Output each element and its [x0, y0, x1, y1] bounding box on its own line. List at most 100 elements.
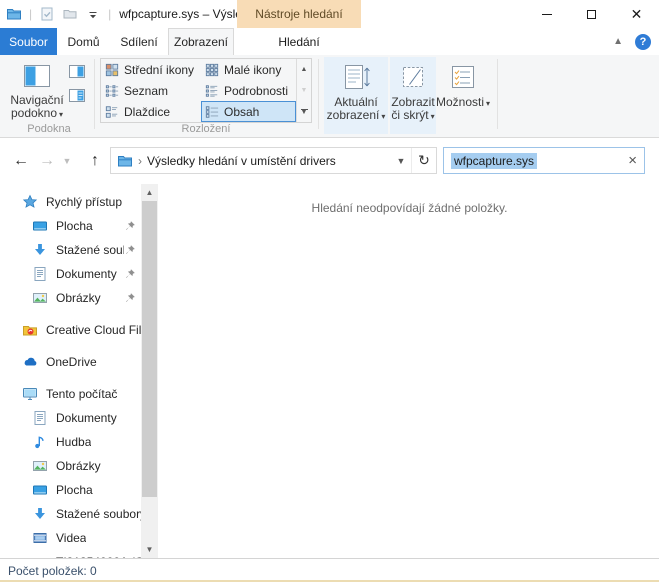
- this-pc-icon: [22, 386, 38, 402]
- ribbon-tab-row: Soubor Domů Sdílení Zobrazení Hledání ▲ …: [0, 28, 659, 55]
- layout-option[interactable]: Malé ikony: [201, 59, 296, 80]
- sidebar-tree-item[interactable]: Obrázky: [0, 286, 160, 310]
- forward-button[interactable]: →: [36, 147, 58, 174]
- scroll-down-icon[interactable]: ▼: [141, 541, 158, 558]
- current-view-button[interactable]: Aktuální zobrazení▾: [324, 57, 388, 134]
- sidebar-tree-item[interactable]: Stažené soub: [0, 238, 160, 262]
- content-view-icon: [205, 105, 219, 119]
- clear-search-icon[interactable]: ×: [628, 153, 637, 168]
- sidebar-tree-item[interactable]: Stažené soubory: [0, 502, 160, 526]
- results-pane: Hledání neodpovídají žádné položky.: [160, 184, 659, 558]
- navigation-pane: Rychlý přístup Plocha Stažené soub Dokum…: [0, 184, 160, 558]
- downloads-icon: [32, 242, 48, 258]
- show-hide-icon: [397, 61, 429, 93]
- layout-option[interactable]: Seznam: [101, 80, 201, 101]
- documents-icon: [32, 266, 48, 282]
- sidebar-tree-item[interactable]: Hudba: [0, 430, 160, 454]
- minimize-button[interactable]: [524, 0, 569, 28]
- layout-option[interactable]: Dlaždice: [101, 101, 201, 122]
- show-hide-button[interactable]: Zobrazit či skrýt▾: [390, 57, 436, 134]
- properties-icon[interactable]: [39, 6, 55, 22]
- breadcrumb-chevron-icon[interactable]: ›: [138, 154, 142, 168]
- details-view-icon: [205, 84, 219, 98]
- preview-pane-icon: [67, 62, 87, 82]
- customize-quick-access-icon[interactable]: [85, 6, 101, 22]
- refresh-icon[interactable]: ↻: [411, 148, 436, 173]
- sidebar-tree-item[interactable]: Dokumenty: [0, 406, 160, 430]
- onedrive-cloud-icon: [22, 354, 38, 370]
- status-bar: Počet položek: 0: [0, 558, 659, 582]
- group-separator: [497, 59, 498, 129]
- layout-more-icon[interactable]: ▼: [297, 101, 311, 122]
- dropdown-caret-icon: ▾: [431, 112, 435, 121]
- documents-icon: [32, 410, 48, 426]
- title-bar: | | wfpcapture.sys – Výsledky ... Nástro…: [0, 0, 659, 28]
- tab-file[interactable]: Soubor: [0, 28, 57, 55]
- layout-options-column-1: Střední ikony Seznam Dlaždice: [101, 59, 201, 122]
- breadcrumb-path[interactable]: Výsledky hledání v umístění drivers: [147, 154, 336, 168]
- close-button[interactable]: ✕: [614, 0, 659, 28]
- help-icon[interactable]: ?: [635, 34, 651, 50]
- scrollbar-thumb[interactable]: [142, 201, 157, 497]
- group-label-panes: Podokna: [8, 123, 90, 135]
- layout-option[interactable]: Obsah: [201, 101, 296, 122]
- search-box[interactable]: wfpcapture.sys ×: [443, 147, 645, 174]
- location-folder-icon: [117, 153, 133, 169]
- close-icon: ✕: [631, 7, 643, 21]
- navigation-pane-button[interactable]: Navigační podokno▾: [8, 60, 66, 121]
- history-dropdown-icon[interactable]: ▼: [60, 147, 74, 174]
- toolbar-separator: |: [108, 7, 111, 21]
- pin-icon: [124, 268, 136, 280]
- group-separator: [94, 59, 95, 129]
- options-icon: [447, 61, 479, 93]
- explorer-window-icon: [6, 6, 22, 22]
- pictures-icon: [32, 458, 48, 474]
- layout-scroll-down-icon[interactable]: ▼: [297, 80, 311, 101]
- maximize-icon: [587, 10, 596, 19]
- sidebar-tree-item[interactable]: TI31354000A (C:): [0, 550, 160, 558]
- preview-pane-button[interactable]: [66, 62, 88, 81]
- tab-search[interactable]: Hledání: [237, 28, 361, 55]
- up-button[interactable]: ↑: [82, 147, 108, 174]
- scroll-up-icon[interactable]: ▲: [141, 184, 158, 201]
- layout-scroll-up-icon[interactable]: ▲: [297, 59, 311, 80]
- ribbon-utilities: ▲ ?: [613, 28, 651, 55]
- address-dropdown-icon[interactable]: ▼: [391, 156, 411, 166]
- sidebar-tree-item[interactable]: Obrázky: [0, 454, 160, 478]
- tab-home[interactable]: Domů: [57, 28, 110, 55]
- navigation-pane-icon: [21, 60, 53, 92]
- options-label: Možnosti▾: [436, 96, 490, 110]
- sidebar-tree-item[interactable]: OneDrive: [0, 350, 160, 374]
- layout-option[interactable]: Střední ikony: [101, 59, 201, 80]
- desktop-icon: [32, 218, 48, 234]
- dropdown-caret-icon: ▾: [486, 99, 490, 108]
- sidebar-scrollbar[interactable]: ▲ ▼: [141, 184, 158, 558]
- collapse-ribbon-icon[interactable]: ▲: [613, 36, 623, 47]
- tab-view[interactable]: Zobrazení: [168, 28, 234, 55]
- details-pane-icon: [67, 86, 87, 106]
- small-icons-icon: [205, 63, 219, 77]
- current-view-icon: [340, 61, 372, 93]
- maximize-button[interactable]: [569, 0, 614, 28]
- options-button[interactable]: Možnosti▾: [438, 57, 488, 134]
- sidebar-tree-item[interactable]: Tento počítač: [0, 382, 160, 406]
- search-input-value[interactable]: wfpcapture.sys: [451, 153, 537, 169]
- sidebar-tree-item[interactable]: Dokumenty: [0, 262, 160, 286]
- sidebar-tree-item[interactable]: Plocha: [0, 478, 160, 502]
- sidebar-tree-item[interactable]: Rychlý přístup: [0, 190, 160, 214]
- sidebar-tree-item[interactable]: Creative Cloud Fil: [0, 318, 160, 342]
- tab-share[interactable]: Sdílení: [110, 28, 168, 55]
- quick-access-star-icon: [22, 194, 38, 210]
- details-pane-button[interactable]: [66, 86, 88, 105]
- sidebar-tree-item[interactable]: Plocha: [0, 214, 160, 238]
- sidebar-tree: Rychlý přístup Plocha Stažené soub Dokum…: [0, 190, 160, 558]
- sidebar-tree-item[interactable]: Videa: [0, 526, 160, 550]
- address-bar[interactable]: › Výsledky hledání v umístění drivers ▼ …: [110, 147, 437, 174]
- new-folder-icon[interactable]: [62, 6, 78, 22]
- layout-option[interactable]: Podrobnosti: [201, 80, 296, 101]
- ribbon: Navigační podokno▾ Podokna Střední ikony…: [0, 55, 659, 138]
- item-count: Počet položek: 0: [8, 564, 97, 578]
- show-hide-label: Zobrazit či skrýt▾: [390, 96, 436, 123]
- back-button[interactable]: ←: [8, 147, 34, 174]
- desktop-icon: [32, 482, 48, 498]
